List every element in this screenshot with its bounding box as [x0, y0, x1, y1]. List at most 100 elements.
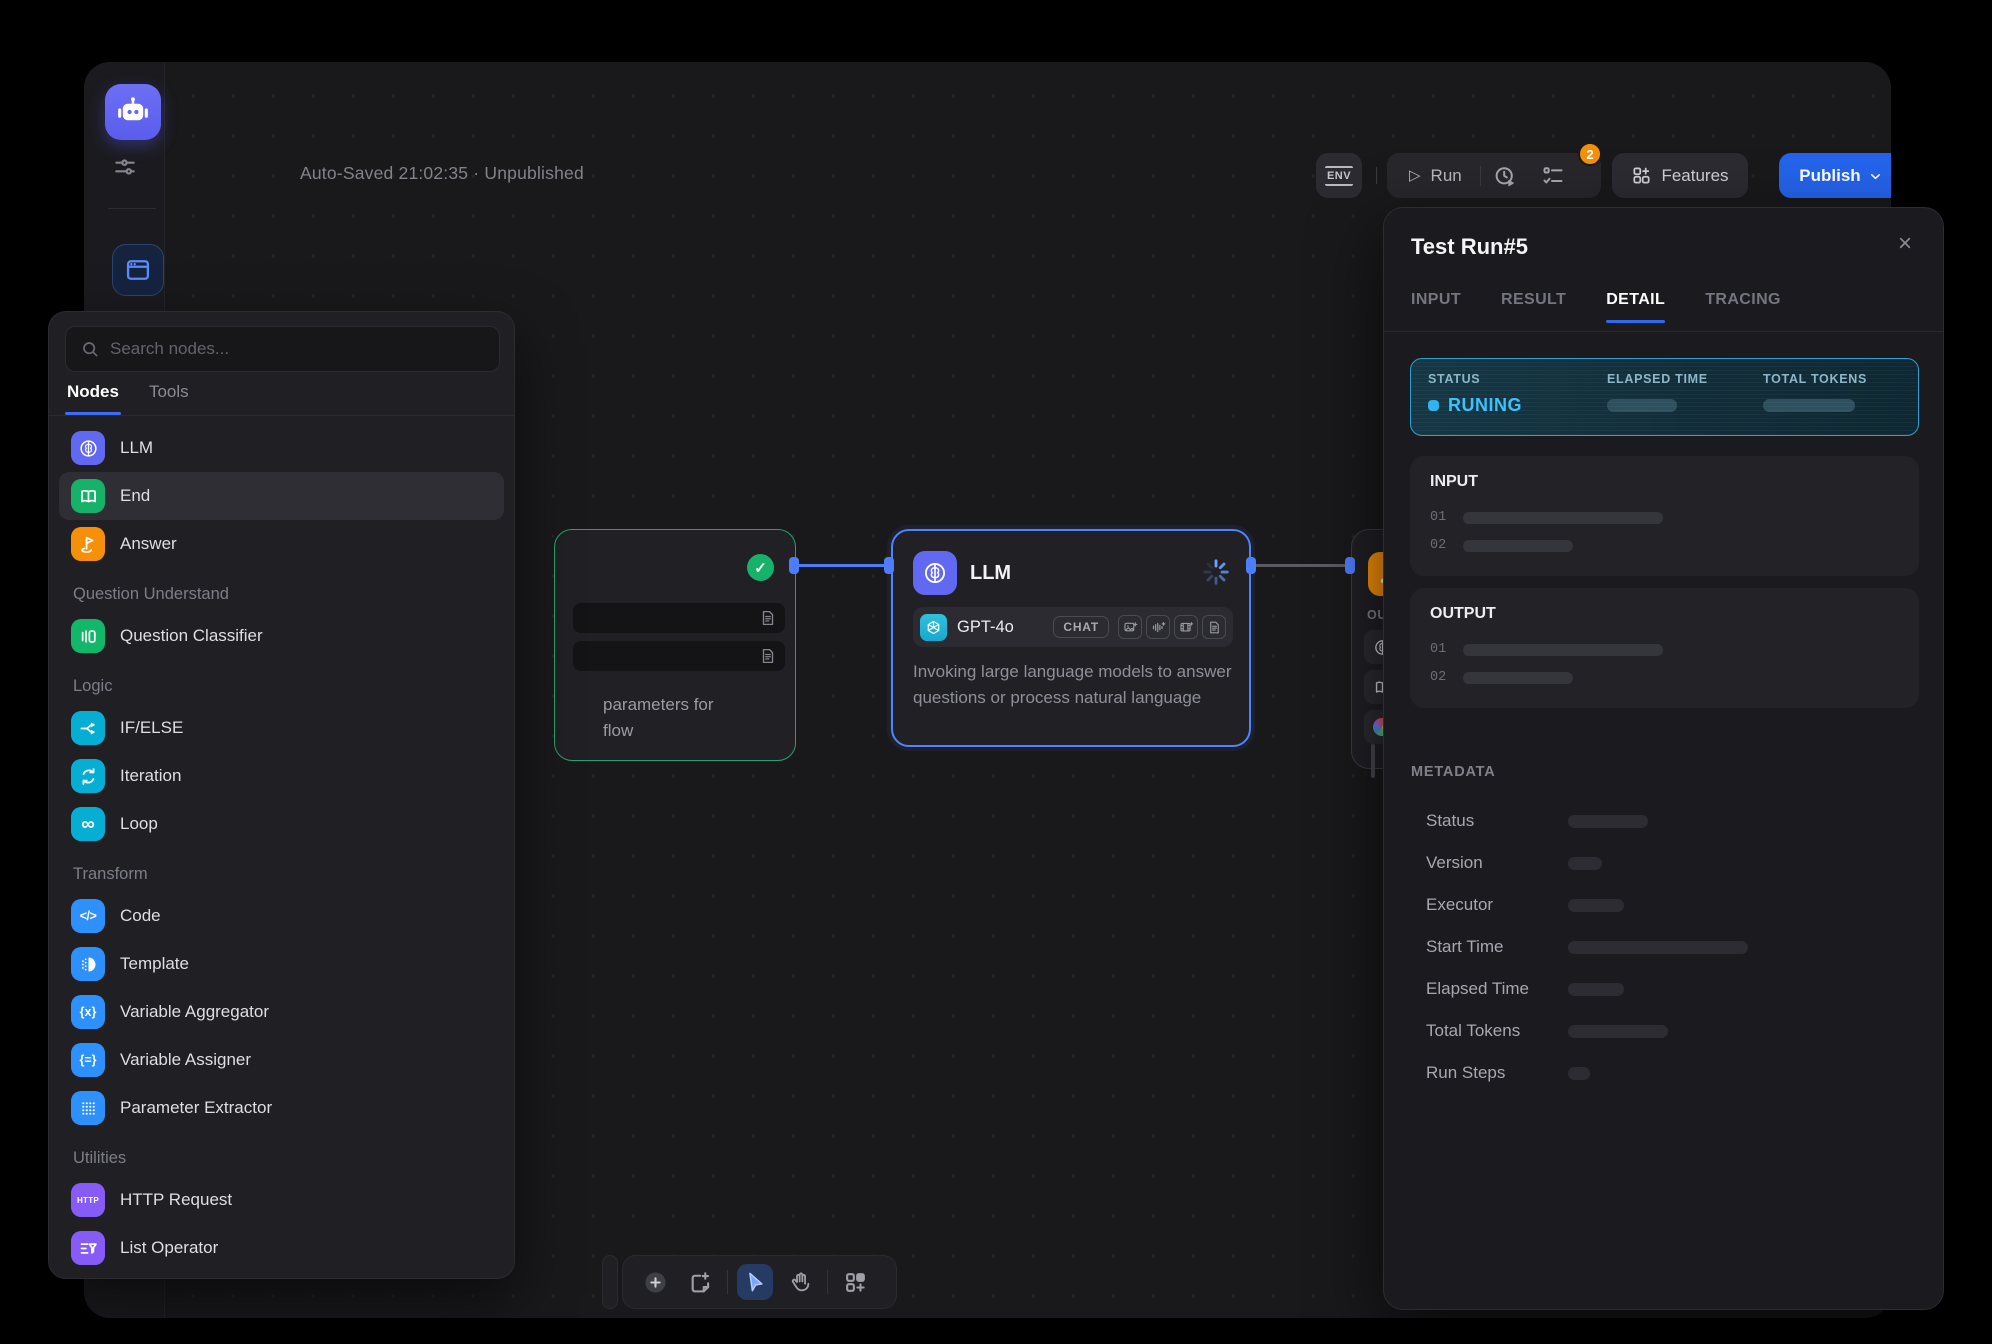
- canvas-toolbar: [622, 1255, 897, 1309]
- checklist-icon[interactable]: [1541, 164, 1565, 188]
- palette-node-item[interactable]: HTTP HTTP Request: [59, 1176, 504, 1224]
- tab-tracing[interactable]: TRACING: [1705, 291, 1781, 323]
- skeleton-bar: [1568, 983, 1624, 996]
- openai-icon: [920, 614, 947, 641]
- chat-mode-tag: CHAT: [1053, 616, 1109, 638]
- add-note-button[interactable]: [682, 1264, 718, 1300]
- skeleton-bar: [1763, 399, 1855, 412]
- skeleton-bar: [1463, 672, 1573, 684]
- play-icon: ▷: [1409, 166, 1421, 184]
- skeleton-bar: [1568, 941, 1748, 954]
- tab-nodes[interactable]: Nodes: [67, 382, 119, 414]
- input-label: INPUT: [1430, 473, 1478, 491]
- template-icon: [71, 947, 105, 981]
- status-card: STATUS RUNING ELAPSED TIME TOTAL TOKENS: [1410, 358, 1919, 436]
- palette-section-label: Transform: [59, 848, 504, 892]
- tab-input[interactable]: INPUT: [1411, 291, 1461, 323]
- palette-node-item[interactable]: ∞ Loop: [59, 800, 504, 848]
- input-card: INPUT 01 02: [1410, 456, 1919, 576]
- llm-output-port[interactable]: [1246, 557, 1256, 574]
- timer-icon[interactable]: [1493, 164, 1517, 188]
- end-icon: [71, 479, 105, 513]
- search-input[interactable]: [110, 339, 485, 359]
- status-value: RUNING: [1448, 395, 1522, 416]
- llm-input-port[interactable]: [884, 557, 894, 574]
- app-logo-button[interactable]: [105, 84, 161, 140]
- hand-tool-button[interactable]: [782, 1264, 818, 1300]
- llm-node-icon-box: [913, 551, 957, 595]
- palette-node-item[interactable]: Parameter Extractor: [59, 1084, 504, 1132]
- palette-node-item[interactable]: Answer: [59, 520, 504, 568]
- run-button[interactable]: ▷ Run: [1387, 153, 1480, 198]
- palette-node-item[interactable]: List Operator: [59, 1224, 504, 1272]
- palette-node-item[interactable]: {=} Variable Assigner: [59, 1036, 504, 1084]
- close-icon[interactable]: ×: [1891, 230, 1919, 258]
- auto-layout-button[interactable]: [837, 1264, 873, 1300]
- palette-section-label: Utilities: [59, 1132, 504, 1176]
- start-node-description: parameters for flow: [603, 692, 714, 744]
- output-label: OUTPUT: [1430, 605, 1496, 623]
- vision-capability-icon: [1118, 615, 1142, 639]
- field-doc-icon: [759, 647, 777, 665]
- llm-node[interactable]: LLM GPT-4o CHAT Invoking large langu: [891, 529, 1251, 747]
- features-icon: [1631, 165, 1652, 186]
- palette-node-item[interactable]: LLM: [59, 424, 504, 472]
- skeleton-bar: [1568, 857, 1602, 870]
- start-field-row[interactable]: [573, 603, 785, 633]
- tab-result[interactable]: RESULT: [1501, 291, 1566, 323]
- total-tokens-label: TOTAL TOKENS: [1763, 372, 1867, 386]
- model-selector[interactable]: GPT-4o CHAT: [913, 607, 1233, 647]
- audio-capability-icon: [1146, 615, 1170, 639]
- toolbar-separator: [727, 1270, 728, 1294]
- palette-node-item[interactable]: {x} Variable Aggregator: [59, 988, 504, 1036]
- publish-button[interactable]: Publish: [1779, 153, 1891, 198]
- braces-eq-icon: {=}: [71, 1043, 105, 1077]
- tab-tools[interactable]: Tools: [149, 382, 189, 414]
- edge-start-to-llm: [798, 564, 890, 567]
- start-node[interactable]: ✓ parameters for flow: [554, 529, 796, 761]
- metadata-rows: Status Version Executor Start Time: [1384, 800, 1943, 1094]
- palette-node-item[interactable]: Question Classifier: [59, 612, 504, 660]
- palette-node-item[interactable]: Iteration: [59, 752, 504, 800]
- app-root: ✓ parameters for flow LLM: [0, 0, 1992, 1344]
- end-input-port[interactable]: [1345, 557, 1355, 574]
- metadata-row: Version: [1384, 842, 1943, 884]
- palette-node-item[interactable]: </> Code: [59, 892, 504, 940]
- status-label: STATUS: [1428, 372, 1522, 386]
- checklist-count-badge: 2: [1578, 142, 1602, 166]
- code-icon: </>: [71, 899, 105, 933]
- node-palette: Nodes Tools LLM End Answer: [48, 311, 515, 1279]
- group-separator: [1480, 166, 1481, 186]
- tabs-divider: [1384, 331, 1943, 332]
- metadata-label: METADATA: [1411, 764, 1496, 780]
- skeleton-bar: [1463, 540, 1573, 552]
- start-output-port[interactable]: [789, 557, 799, 574]
- env-button[interactable]: ENV: [1316, 153, 1362, 198]
- test-run-panel: Test Run#5 × INPUT RESULT DETAIL TRACING…: [1383, 207, 1944, 1310]
- features-button[interactable]: Features: [1612, 153, 1748, 198]
- palette-tabs: Nodes Tools: [67, 382, 189, 414]
- output-card: OUTPUT 01 02: [1410, 588, 1919, 708]
- panel-resize-handle[interactable]: [1371, 744, 1375, 778]
- add-node-button[interactable]: [637, 1264, 673, 1300]
- metadata-row: Start Time: [1384, 926, 1943, 968]
- metadata-row: Status: [1384, 800, 1943, 842]
- palette-node-item[interactable]: IF/ELSE: [59, 704, 504, 752]
- tab-detail[interactable]: DETAIL: [1606, 291, 1665, 323]
- start-field-row[interactable]: [573, 641, 785, 671]
- palette-node-item[interactable]: Template: [59, 940, 504, 988]
- pointer-tool-button[interactable]: [737, 1264, 773, 1300]
- llm-node-title: LLM: [970, 562, 1011, 585]
- brain-icon: [71, 431, 105, 465]
- palette-section-label: Question Understand: [59, 568, 504, 612]
- palette-node-item[interactable]: End: [59, 472, 504, 520]
- palette-divider: [49, 415, 514, 416]
- document-capability-icon: [1202, 615, 1226, 639]
- workflow-panel-button[interactable]: [112, 244, 164, 296]
- llm-node-description: Invoking large language models to answer…: [913, 659, 1237, 710]
- preferences-icon[interactable]: [112, 154, 138, 180]
- video-capability-icon: [1174, 615, 1198, 639]
- cycle-icon: [71, 759, 105, 793]
- skeleton-bar: [1568, 1025, 1668, 1038]
- node-search[interactable]: [65, 326, 500, 372]
